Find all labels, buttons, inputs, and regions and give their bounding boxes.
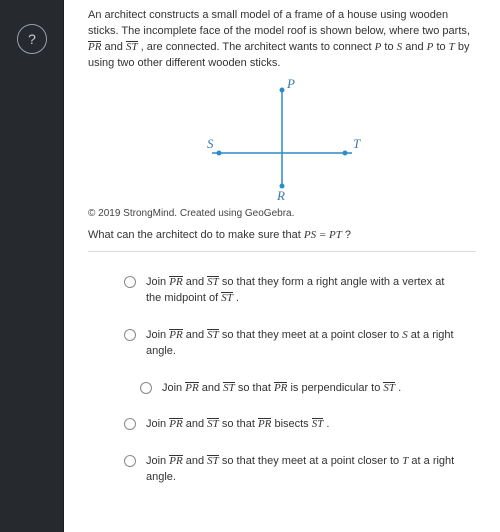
var-p: P: [427, 41, 434, 53]
left-rail: ?: [0, 0, 64, 532]
question-text-part: An architect constructs a small model of…: [88, 9, 470, 37]
var-t: T: [449, 41, 455, 53]
question-text-part: and: [405, 41, 426, 53]
copyright-text: © 2019 StrongMind. Created using GeoGebr…: [88, 208, 476, 219]
question-text-part: to: [436, 41, 448, 53]
segment-st: ST: [126, 41, 138, 53]
question-prompt: What can the architect do to make sure t…: [88, 229, 476, 241]
prompt-equation: PS = PT: [304, 229, 342, 241]
answer-choice[interactable]: Join PR and ST so that they meet at a po…: [88, 317, 476, 370]
prompt-part: What can the architect do to make sure t…: [88, 229, 304, 241]
label-r: R: [276, 188, 285, 200]
help-button[interactable]: ?: [17, 24, 47, 54]
answer-choice[interactable]: Join PR and ST so that PR is perpendicul…: [88, 370, 476, 407]
radio-icon[interactable]: [140, 382, 152, 394]
answer-choice[interactable]: Join PR and ST so that they form a right…: [88, 264, 476, 317]
choice-text: Join PR and ST so that PR is perpendicul…: [162, 380, 456, 397]
choice-text: Join PR and ST so that they form a right…: [146, 274, 456, 307]
label-p: P: [286, 78, 295, 91]
choice-text: Join PR and ST so that PR bisects ST .: [146, 416, 456, 433]
var-s: S: [397, 41, 403, 53]
radio-icon[interactable]: [124, 418, 136, 430]
choice-text: Join PR and ST so that they meet at a po…: [146, 453, 456, 486]
answer-choice[interactable]: Join PR and ST so that they meet at a po…: [88, 443, 476, 496]
label-t: T: [353, 136, 361, 151]
answer-choice[interactable]: Join PR and ST so that PR bisects ST .: [88, 406, 476, 443]
choice-text: Join PR and ST so that they meet at a po…: [146, 327, 456, 360]
diagram-svg: P S T R: [177, 78, 387, 200]
var-p: P: [375, 41, 382, 53]
answer-choices: Join PR and ST so that they form a right…: [88, 251, 476, 496]
question-text-part: , are connected. The architect wants to …: [141, 41, 375, 53]
question-text-part: and: [105, 41, 126, 53]
prompt-part: ?: [345, 229, 351, 241]
question-text-part: to: [384, 41, 396, 53]
geometry-diagram: P S T R: [88, 78, 476, 200]
label-s: S: [207, 136, 214, 151]
radio-icon[interactable]: [124, 276, 136, 288]
question-page: An architect constructs a small model of…: [64, 0, 500, 532]
radio-icon[interactable]: [124, 329, 136, 341]
question-mark-icon: ?: [28, 31, 36, 47]
segment-pr: PR: [88, 41, 101, 53]
app-frame: ? An architect constructs a small model …: [0, 0, 500, 532]
rail-divider: [63, 0, 64, 532]
radio-icon[interactable]: [124, 455, 136, 467]
question-text: An architect constructs a small model of…: [88, 8, 476, 72]
